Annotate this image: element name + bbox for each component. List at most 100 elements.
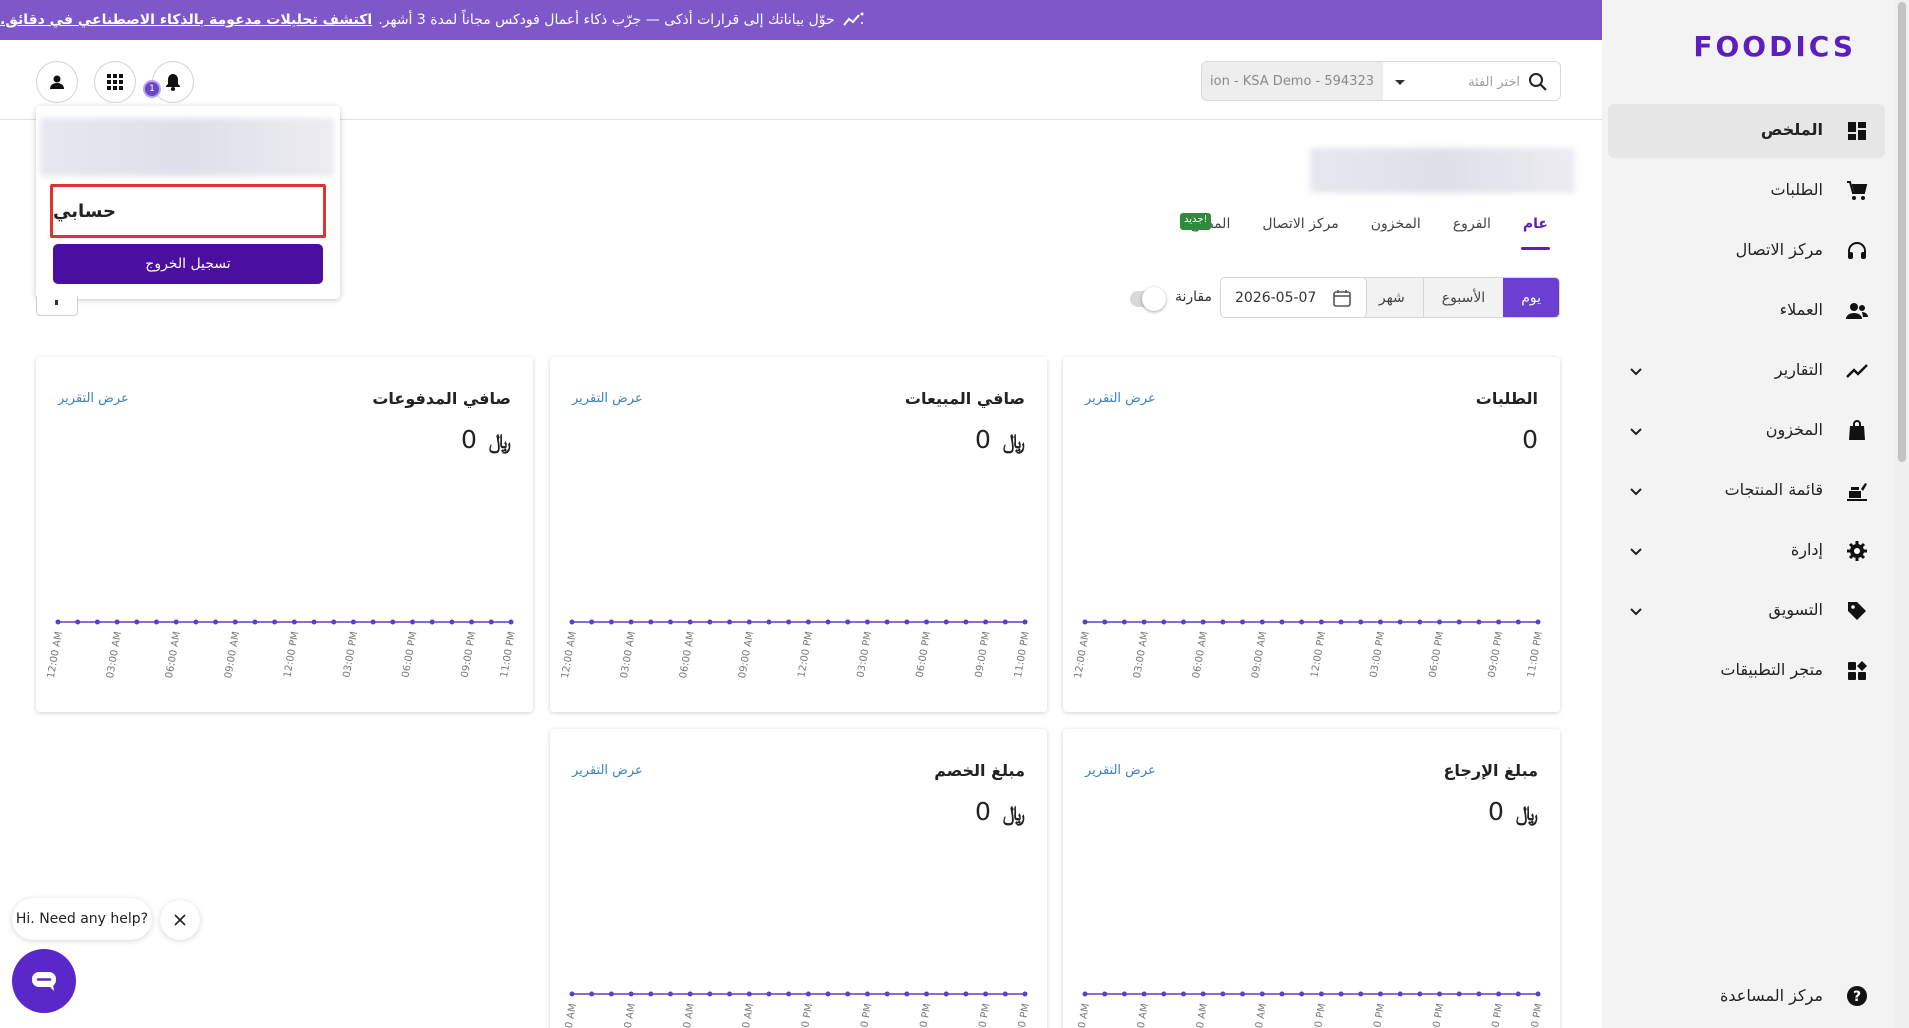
compare-toggle[interactable] xyxy=(1130,287,1166,311)
my-account-item[interactable]: حسابي xyxy=(50,184,326,238)
view-report-link[interactable]: عرض التقرير xyxy=(1085,763,1156,778)
data-point xyxy=(252,619,258,625)
currency-symbol: ﷼ xyxy=(1002,801,1025,825)
apps-grid-button[interactable] xyxy=(94,61,136,103)
data-point xyxy=(963,619,969,625)
chat-launcher-button[interactable] xyxy=(12,949,76,1013)
sidebar-item-label: الطلبات xyxy=(1770,180,1823,199)
data-point xyxy=(1358,991,1364,997)
x-tick-label: 12:00 PM xyxy=(796,631,815,679)
date-picker[interactable]: 2026-05-07 xyxy=(1220,277,1367,318)
sidebar-item-8[interactable]: التسويق xyxy=(1608,584,1885,638)
profile-button[interactable] xyxy=(36,61,78,103)
data-point xyxy=(786,991,792,997)
x-tick-label: 11:00 PM xyxy=(1526,1003,1545,1028)
x-tick-label: 09:00 AM xyxy=(737,1003,756,1028)
data-point xyxy=(943,619,949,625)
sidebar-item-4[interactable]: التقارير xyxy=(1608,344,1885,398)
data-point xyxy=(232,619,238,625)
view-report-link[interactable]: عرض التقرير xyxy=(572,763,643,778)
chevron-down-icon[interactable] xyxy=(1628,363,1644,379)
data-point xyxy=(1240,991,1246,997)
banner-link[interactable]: اكتشف تحليلات مدعومة بالذكاء الاصطناعي ف… xyxy=(0,12,372,28)
sidebar-item-1[interactable]: الطلبات xyxy=(1608,164,1885,218)
toggle-knob xyxy=(1142,287,1166,311)
data-point xyxy=(1180,991,1186,997)
sidebar-item-label: قائمة المنتجات xyxy=(1724,480,1823,499)
card-net-sales: صافي المبيعات عرض التقرير ﷼ 0 12:00 AM 03… xyxy=(550,357,1047,712)
sidebar-item-9[interactable]: متجر التطبيقات xyxy=(1608,644,1885,698)
period-month-button[interactable]: شهر xyxy=(1360,278,1423,317)
data-point xyxy=(1437,619,1443,625)
data-point xyxy=(1082,619,1088,625)
view-report-link[interactable]: عرض التقرير xyxy=(1085,391,1156,406)
tab-branches[interactable]: الفروع xyxy=(1441,210,1503,246)
period-week-button[interactable]: الأسبوع xyxy=(1422,278,1504,317)
sidebar-item-6[interactable]: قائمة المنتجات xyxy=(1608,464,1885,518)
tab-call-center[interactable]: مركز الاتصال xyxy=(1250,210,1350,246)
x-tick-label: 09:00 PM xyxy=(974,631,993,679)
sidebar-item-3[interactable]: العملاء xyxy=(1608,284,1885,338)
x-tick-label: 06:00 AM xyxy=(1191,1003,1210,1028)
new-badge: جديد! xyxy=(1180,213,1212,230)
data-point xyxy=(1496,619,1502,625)
help-close-button[interactable] xyxy=(160,900,200,940)
data-point xyxy=(1417,619,1423,625)
data-point xyxy=(628,991,634,997)
sidebar-item-2[interactable]: مركز الاتصال xyxy=(1608,224,1885,278)
data-point xyxy=(1002,619,1008,625)
data-point xyxy=(1220,991,1226,997)
category-search-input[interactable] xyxy=(1416,73,1520,91)
sidebar-item-5[interactable]: المخزون xyxy=(1608,404,1885,458)
view-report-link[interactable]: عرض التقرير xyxy=(572,391,643,406)
data-point xyxy=(1338,991,1344,997)
tab-general[interactable]: عام xyxy=(1511,210,1560,250)
view-report-link[interactable]: عرض التقرير xyxy=(58,391,129,406)
data-point xyxy=(1161,991,1167,997)
data-point xyxy=(94,619,100,625)
help-center-link[interactable]: ? مركز المساعدة xyxy=(1608,980,1885,1014)
data-point xyxy=(350,619,356,625)
card-title: صافي المبيعات xyxy=(904,389,1025,408)
x-tick-label: 03:00 AM xyxy=(1132,1003,1151,1028)
x-tick-label: 03:00 PM xyxy=(855,631,874,679)
collapsed-control[interactable] xyxy=(36,296,78,316)
account-menu-popup: حسابي تسجيل الخروج xyxy=(36,106,340,299)
data-point xyxy=(1022,991,1028,997)
data-point xyxy=(924,619,930,625)
card-title: مبلغ الإرجاع xyxy=(1443,761,1538,780)
x-tick-label: 09:00 PM xyxy=(460,631,479,679)
caret-down-icon[interactable] xyxy=(1392,74,1408,90)
search-icon xyxy=(1529,73,1547,91)
x-tick-label: 03:00 PM xyxy=(341,631,360,679)
data-point xyxy=(687,991,693,997)
x-tick-label: 12:00 AM xyxy=(1073,1003,1092,1028)
data-point xyxy=(628,619,634,625)
chevron-down-icon[interactable] xyxy=(1628,603,1644,619)
sidebar-item-7[interactable]: إدارة xyxy=(1608,524,1885,578)
foodics-logo[interactable]: FOODICS xyxy=(1693,30,1856,63)
x-tick-label: 03:00 PM xyxy=(1368,631,1387,679)
data-point xyxy=(469,619,475,625)
data-point xyxy=(727,619,733,625)
logout-button[interactable]: تسجيل الخروج xyxy=(53,244,323,284)
vertical-scrollbar[interactable] xyxy=(1895,0,1909,1028)
chevron-down-icon[interactable] xyxy=(1628,543,1644,559)
help-bubble[interactable]: Hi. Need any help? xyxy=(12,898,152,940)
app-root: حوّل بياناتك إلى قرارات أذكى — جرّب ذكاء… xyxy=(0,0,1909,1028)
cart-icon xyxy=(1847,181,1868,200)
chevron-down-icon[interactable] xyxy=(1628,483,1644,499)
sidebar-item-0[interactable]: الملخص xyxy=(1608,104,1885,158)
card-orders: الطلبات عرض التقرير 0 12:00 AM 03:00 AM 06… xyxy=(1063,357,1560,712)
chevron-down-icon[interactable] xyxy=(1628,423,1644,439)
card-value-number: 0 xyxy=(975,425,991,454)
x-tick-label: 09:00 PM xyxy=(1487,631,1506,679)
card-value-number: 0 xyxy=(975,797,991,826)
period-day-button[interactable]: يوم xyxy=(1503,278,1559,317)
scrollbar-thumb[interactable] xyxy=(1898,2,1906,462)
x-tick-label: 09:00 PM xyxy=(1487,1003,1506,1028)
net-sales-line-chart: 12:00 AM 03:00 AM 06:00 AM 09:00 AM 12:00 PM… xyxy=(560,619,1032,679)
tab-inventory[interactable]: المخزون xyxy=(1359,210,1433,246)
data-point xyxy=(1456,619,1462,625)
branch-select[interactable]: ion - KSA Demo - 594323 xyxy=(1202,62,1383,100)
